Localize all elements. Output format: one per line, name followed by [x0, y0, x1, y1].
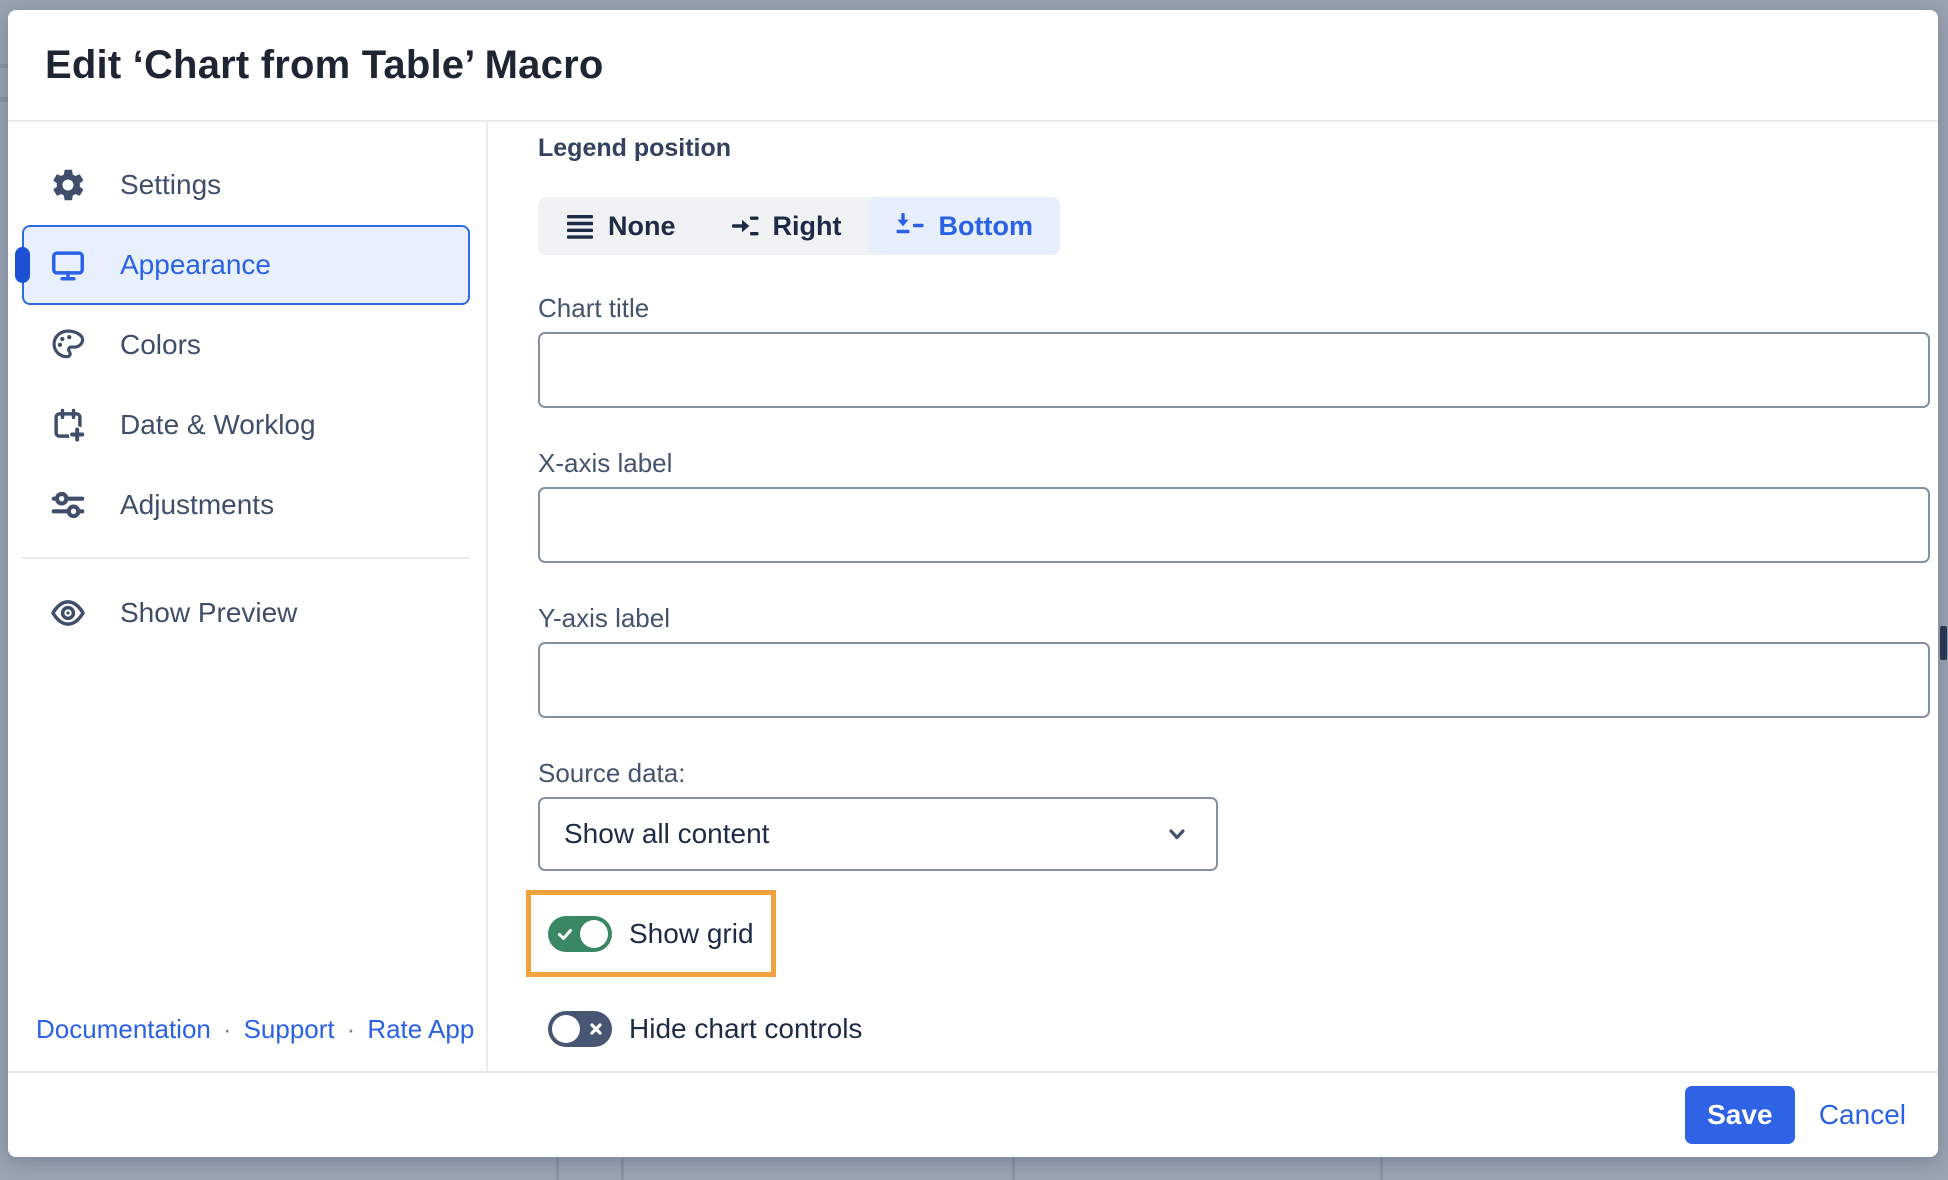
y-axis-input[interactable]: [538, 642, 1930, 718]
monitor-icon: [48, 245, 88, 285]
show-grid-toggle[interactable]: [548, 915, 612, 952]
cross-icon: [589, 1022, 603, 1036]
sidebar-item-label: Appearance: [120, 249, 272, 280]
legend-option-none[interactable]: None: [538, 197, 703, 255]
background-table-line: [0, 64, 8, 68]
sidebar: Settings Appearance Colors Date & Worklo…: [8, 122, 488, 1071]
legend-none-icon: [565, 211, 595, 241]
toggle-knob: [580, 919, 608, 948]
show-preview-button[interactable]: Show Preview: [22, 573, 470, 653]
toggle-knob: [552, 1015, 580, 1043]
background-table-line: [0, 97, 8, 102]
chevron-down-icon: [1162, 819, 1192, 849]
save-button[interactable]: Save: [1684, 1086, 1795, 1144]
eye-icon: [48, 593, 88, 633]
link-separator: ·: [222, 1014, 232, 1044]
source-data-value: Show all content: [564, 818, 770, 849]
sidebar-item-label: Settings: [120, 169, 222, 200]
dialog-header: Edit ‘Chart from Table’ Macro: [8, 10, 1938, 122]
dialog-title: Edit ‘Chart from Table’ Macro: [45, 42, 604, 87]
sidebar-item-colors[interactable]: Colors: [22, 305, 470, 385]
legend-option-label: Bottom: [938, 210, 1033, 241]
support-link[interactable]: Support: [244, 1014, 335, 1045]
documentation-link[interactable]: Documentation: [36, 1014, 211, 1045]
legend-option-bottom[interactable]: Bottom: [868, 197, 1060, 255]
legend-right-icon: [730, 211, 760, 241]
rate-app-link[interactable]: Rate App: [367, 1014, 474, 1045]
appearance-panel: Legend position None Right Bottom Chart …: [488, 122, 1938, 1071]
sidebar-footer-links: Documentation · Support · Rate App: [8, 1014, 486, 1071]
hide-chart-controls-row: Hide chart controls: [548, 1011, 1938, 1047]
x-axis-input[interactable]: [538, 487, 1930, 563]
check-icon: [556, 925, 574, 943]
sliders-icon: [48, 485, 88, 525]
legend-bottom-icon: [895, 211, 925, 241]
source-data-select[interactable]: Show all content: [538, 797, 1218, 871]
background-table-line: [556, 1158, 559, 1180]
source-data-label: Source data:: [538, 758, 686, 788]
selected-indicator: [15, 247, 30, 283]
legend-option-label: Right: [772, 210, 842, 241]
sidebar-item-settings[interactable]: Settings: [22, 145, 470, 225]
cancel-button[interactable]: Cancel: [1819, 1099, 1906, 1131]
background-table-line: [1380, 1158, 1383, 1180]
sidebar-item-date-worklog[interactable]: Date & Worklog: [22, 385, 470, 465]
dialog-footer: Save Cancel: [8, 1071, 1938, 1157]
palette-icon: [48, 325, 88, 365]
sidebar-item-label: Date & Worklog: [120, 409, 316, 440]
sidebar-item-label: Adjustments: [120, 489, 275, 520]
show-grid-highlight-box: Show grid: [526, 890, 776, 977]
x-axis-label: X-axis label: [538, 448, 673, 478]
legend-option-right[interactable]: Right: [703, 197, 869, 255]
legend-option-label: None: [608, 210, 676, 241]
sidebar-divider: [22, 557, 470, 559]
sidebar-item-adjustments[interactable]: Adjustments: [22, 465, 470, 545]
background-page-fragment: [1940, 626, 1947, 660]
hide-chart-controls-label: Hide chart controls: [629, 1013, 863, 1044]
background-table-line: [1012, 1158, 1015, 1180]
gear-icon: [48, 165, 88, 205]
sidebar-item-label: Colors: [120, 329, 201, 360]
background-table-line: [621, 1158, 624, 1180]
show-grid-label: Show grid: [629, 917, 754, 949]
legend-position-control: None Right Bottom: [538, 197, 1060, 255]
legend-position-label: Legend position: [538, 134, 732, 162]
chart-title-label: Chart title: [538, 293, 650, 323]
sidebar-item-appearance[interactable]: Appearance: [15, 225, 470, 305]
chart-title-input[interactable]: [538, 332, 1930, 408]
calendar-plus-icon: [48, 405, 88, 445]
link-separator: ·: [346, 1014, 356, 1044]
hide-chart-controls-toggle[interactable]: [548, 1011, 612, 1047]
show-preview-label: Show Preview: [120, 597, 298, 628]
edit-macro-dialog: Edit ‘Chart from Table’ Macro Settings A…: [8, 10, 1938, 1157]
y-axis-label: Y-axis label: [538, 603, 671, 633]
